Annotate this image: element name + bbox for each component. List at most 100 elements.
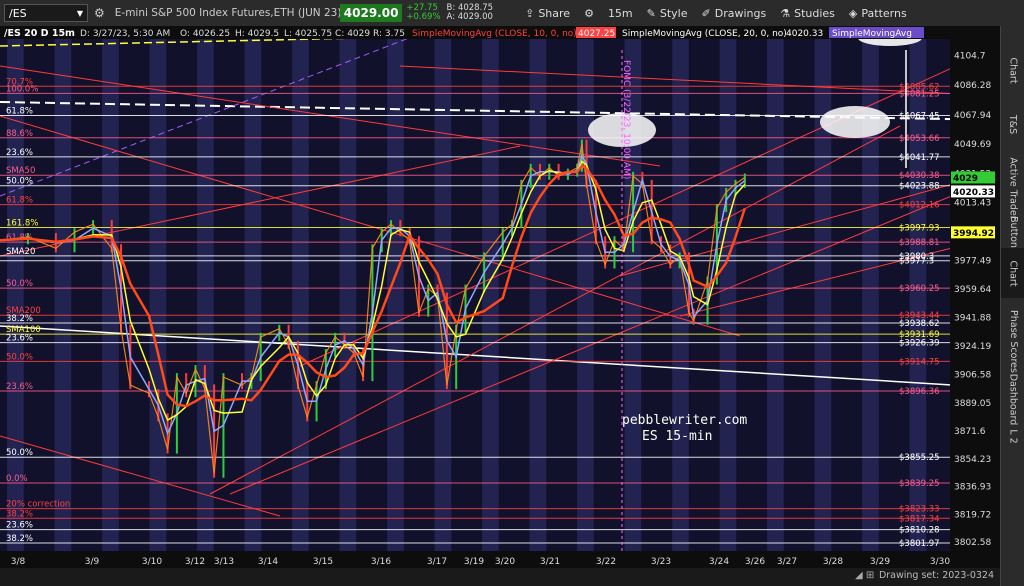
gear-icon[interactable]: ⚙	[94, 6, 105, 20]
x-tick-label: 3/14	[258, 557, 278, 567]
ohlc-close: C: 4029	[335, 29, 370, 39]
y-tick-label: 3802.58	[954, 538, 991, 548]
tab-label: T&S	[1007, 114, 1019, 134]
share-icon: ⇪	[525, 6, 535, 20]
x-tick-label: 3/17	[427, 557, 447, 567]
level-price: $4030.38	[899, 171, 940, 181]
top-toolbar: /ES ▼ ⚙ E-mini S&P 500 Index Futures,ETH…	[0, 0, 1024, 27]
level-label: 50.0%	[6, 279, 33, 289]
x-tick-label: 3/9	[85, 557, 100, 567]
tab-label: Buttons	[1007, 215, 1019, 253]
level-label: 61.8%	[6, 196, 33, 206]
level-price: $4041.77	[899, 153, 940, 163]
chart-header: /ES 20 D 15m D: 3/27/23, 5:30 AM O: 4026…	[4, 27, 924, 39]
x-tick-label: 3/19	[464, 557, 484, 567]
y-tick-label: 3906.58	[954, 371, 991, 381]
level-label: 0.0%	[6, 474, 28, 484]
drawings-label: Drawings	[714, 6, 767, 20]
y-tick-label: 4086.28	[954, 81, 991, 91]
x-tick-label: 3/16	[371, 557, 391, 567]
level-label: 20% correction	[6, 500, 70, 510]
y-tick-label: 3959.64	[954, 285, 991, 295]
y-tick-label: 4104.7	[954, 52, 986, 62]
level-price: $3896.36	[899, 387, 940, 397]
chevron-down-icon[interactable]: ▼	[77, 9, 83, 18]
watermark-site: pebblewriter.com	[622, 413, 747, 428]
x-tick-label: 3/23	[651, 557, 671, 567]
tab-chart[interactable]: Chart	[1001, 248, 1024, 298]
y-tick-label: 3854.23	[954, 455, 991, 465]
settings-icon: ⚙	[584, 6, 594, 20]
x-tick-label: 3/30	[930, 557, 950, 567]
right-sidebar: Chart T&S Active Trader Buttons Chart Ph…	[1000, 26, 1024, 586]
level-label: 23.6%	[6, 334, 33, 344]
drawings-icon: ✐	[701, 6, 711, 20]
level-label: 50.0%	[6, 448, 33, 458]
ohlc-high: H: 4029.5	[235, 29, 279, 39]
chart-title: /ES 20 D 15m	[4, 28, 75, 39]
bid-ask-block: B: 4028.75 A: 4029.00	[447, 4, 494, 22]
x-tick-label: 3/29	[870, 557, 890, 567]
share-label: Share	[538, 6, 571, 20]
share-button[interactable]: ⇪ Share	[525, 7, 570, 20]
level-price: $3997.93	[899, 223, 940, 233]
style-label: Style	[659, 6, 688, 20]
ohlc-low: L: 4025.75	[284, 29, 332, 39]
level-price: $4085.62	[899, 82, 940, 92]
level-price: $3988.81	[899, 238, 940, 248]
level-price: $3960.25	[899, 284, 940, 294]
level-label: 38.2%	[6, 534, 33, 544]
style-button[interactable]: ✎ Style	[647, 7, 688, 20]
change-percent: +0.69%	[406, 12, 441, 22]
level-price: $3855.25	[899, 453, 940, 463]
level-label: SMA20	[6, 247, 35, 257]
level-label: 23.6%	[6, 521, 33, 531]
level-label: 88.6%	[6, 129, 33, 139]
patterns-button[interactable]: ◈ Patterns	[849, 7, 907, 20]
tab-time-and-sales[interactable]: T&S	[1001, 104, 1024, 144]
studies-button[interactable]: ⚗ Studies	[780, 7, 835, 20]
change-block: +27.75 +0.69%	[406, 4, 440, 22]
x-tick-label: 3/10	[142, 557, 162, 567]
y-tick-label: 4013.43	[954, 199, 991, 209]
y-tick-label: 3941.88	[954, 314, 991, 324]
study-sma10-label: SimpleMovingAvg (CLOSE, 10, 0, no)	[412, 29, 577, 39]
level-price: $3938.62	[899, 319, 940, 329]
level-price: $4012.16	[899, 201, 940, 211]
x-tick-label: 3/24	[709, 557, 729, 567]
timeframe-label: 15m	[607, 6, 633, 20]
price-chart[interactable]: 100.0% $4081.2570.7% $4085.6261.8% $4067.45…	[0, 26, 1000, 568]
study-sma-third-label: SimpleMovingAvg	[832, 29, 912, 39]
x-tick-label: 3/21	[540, 557, 560, 567]
symbol-input[interactable]: /ES ▼	[4, 4, 88, 22]
x-tick-label: 3/12	[185, 557, 205, 567]
patterns-label: Patterns	[861, 6, 907, 20]
timeframe-button[interactable]: 15m	[608, 7, 633, 20]
level-label: 38.2%	[6, 314, 33, 324]
status-bar: ◢ ⊞	[0, 568, 1000, 586]
settings-button[interactable]: ⚙	[584, 7, 594, 20]
flask-icon: ⚗	[780, 6, 791, 20]
level-label: 50.0%	[6, 352, 33, 362]
study-sma20-value: 4020.33	[786, 29, 823, 39]
level-label: 61.8%	[6, 107, 33, 117]
level-price: $3914.75	[899, 357, 940, 367]
tab-level2[interactable]: L 2	[1001, 421, 1024, 451]
x-tick-label: 3/15	[313, 557, 333, 567]
x-tick-label: 3/13	[214, 557, 234, 567]
tab-chart-top[interactable]: Chart	[1001, 40, 1024, 100]
last-price: 4029.00	[339, 4, 403, 22]
fomc-label: FOMC (3/22/23, 10:00 AM)	[621, 60, 631, 179]
level-label: 161.8%	[6, 218, 38, 228]
highlight-ellipse-2	[820, 106, 890, 138]
x-tick-label: 3/20	[495, 557, 515, 567]
level-price: $3817.34	[899, 514, 940, 524]
level-price: $3810.28	[899, 526, 940, 536]
y-tick-label: 3836.93	[954, 483, 991, 493]
drawings-button[interactable]: ✐ Drawings	[702, 7, 767, 20]
y-tick-label: 3819.72	[954, 510, 991, 520]
x-tick-label: 3/28	[823, 557, 843, 567]
style-icon: ✎	[646, 6, 656, 20]
price-tag: 3994.92	[953, 229, 994, 239]
y-tick-label: 3977.49	[954, 256, 991, 266]
